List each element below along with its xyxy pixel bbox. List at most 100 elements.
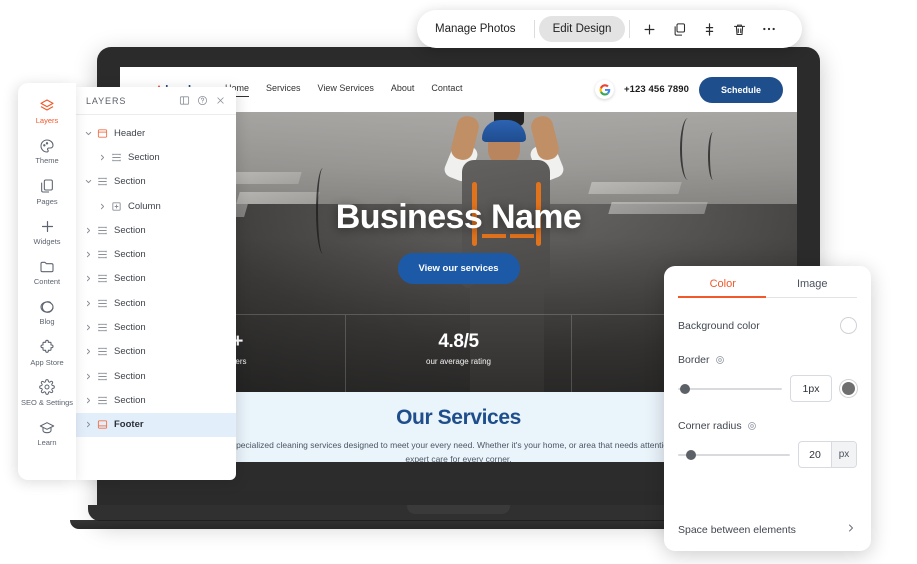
help-icon[interactable] xyxy=(197,95,208,106)
corner-radius-unit-select[interactable]: px xyxy=(831,442,856,467)
border-row: Border 1px xyxy=(664,354,871,402)
sidebar-label: App Store xyxy=(30,357,64,367)
corner-radius-input[interactable]: 20 xyxy=(799,442,831,467)
corner-radius-label: Corner radius xyxy=(678,420,857,432)
layer-row-footer[interactable]: Footer xyxy=(76,412,236,437)
border-settings-gear-icon[interactable] xyxy=(715,355,725,365)
corner-radius-input-group: 20 px xyxy=(798,441,857,468)
layer-row-section[interactable]: Section xyxy=(76,340,236,364)
layer-label: Section xyxy=(114,224,146,236)
layer-row-section[interactable]: Section xyxy=(76,267,236,291)
layer-label: Section xyxy=(128,151,160,163)
ceiling-panel xyxy=(226,172,302,184)
close-icon[interactable] xyxy=(215,95,226,106)
chevron-right-icon[interactable] xyxy=(82,347,94,356)
section-icon xyxy=(94,176,111,187)
layer-row-column[interactable]: Column xyxy=(76,194,236,218)
chevron-right-icon[interactable] xyxy=(82,226,94,235)
google-logo-icon[interactable] xyxy=(595,80,615,99)
footer-block-icon xyxy=(94,419,111,430)
edit-design-button[interactable]: Edit Design xyxy=(538,16,626,42)
layer-row-section[interactable]: Section xyxy=(76,242,236,266)
chevron-right-icon[interactable] xyxy=(96,153,108,162)
chevron-right-icon[interactable] xyxy=(82,274,94,283)
website-phone-number[interactable]: +123 456 7890 xyxy=(624,84,689,95)
chevron-down-icon[interactable] xyxy=(82,129,94,138)
sidebar-label: SEO & Settings xyxy=(20,397,74,407)
duplicate-icon[interactable] xyxy=(664,14,694,44)
manage-photos-button[interactable]: Manage Photos xyxy=(421,16,530,42)
more-options-icon[interactable] xyxy=(754,14,784,44)
corner-radius-settings-gear-icon[interactable] xyxy=(747,421,757,431)
floating-toolbar: Manage Photos Edit Design xyxy=(417,10,802,48)
sidebar-item-theme[interactable]: Theme xyxy=(18,131,76,171)
layer-row-section[interactable]: Section xyxy=(76,218,236,242)
gear-settings-icon xyxy=(20,378,74,397)
layer-row-header[interactable]: Header xyxy=(76,121,236,145)
header-block-icon xyxy=(94,128,111,139)
layers-tree: Header Section Section Column Section Se… xyxy=(76,115,236,443)
tabs-active-indicator xyxy=(678,296,766,298)
chevron-right-icon[interactable] xyxy=(82,323,94,332)
layer-label: Section xyxy=(114,176,146,188)
layer-label: Section xyxy=(114,273,146,285)
align-icon[interactable] xyxy=(694,14,724,44)
layer-row-section[interactable]: Section xyxy=(76,170,236,194)
background-color-row: Background color xyxy=(664,317,871,334)
slider-knob[interactable] xyxy=(686,449,696,460)
space-between-elements-row[interactable]: Space between elements xyxy=(664,522,871,551)
sidebar-item-blog[interactable]: Blog xyxy=(18,292,76,332)
sidebar-item-learn[interactable]: Learn xyxy=(18,413,76,453)
panel-toggle-icon[interactable] xyxy=(179,95,190,106)
sidebar-item-pages[interactable]: Pages xyxy=(18,172,76,212)
border-color-swatch[interactable] xyxy=(840,380,857,397)
tab-color[interactable]: Color xyxy=(678,278,768,298)
website-schedule-button[interactable]: Schedule xyxy=(698,76,783,103)
nav-link-about[interactable]: About xyxy=(391,83,415,96)
background-color-swatch[interactable] xyxy=(840,317,857,334)
column-icon xyxy=(108,201,125,212)
nav-link-view-services[interactable]: View Services xyxy=(318,83,374,96)
chevron-right-icon[interactable] xyxy=(82,396,94,405)
layer-row-section[interactable]: Section xyxy=(76,291,236,315)
layer-row-section[interactable]: Section xyxy=(76,364,236,388)
slider-knob[interactable] xyxy=(680,383,690,394)
sidebar-item-seo-settings[interactable]: SEO & Settings xyxy=(18,373,76,413)
chevron-right-icon[interactable] xyxy=(82,420,94,429)
sidebar-item-widgets[interactable]: Widgets xyxy=(18,212,76,252)
add-icon[interactable] xyxy=(634,14,664,44)
website-nav-right: +123 456 7890 Schedule xyxy=(595,76,797,103)
nav-link-contact[interactable]: Contact xyxy=(431,83,462,96)
sidebar-item-content[interactable]: Content xyxy=(18,252,76,292)
properties-tabs: Color Image xyxy=(664,266,871,298)
layer-label: Section xyxy=(114,370,146,382)
chevron-down-icon[interactable] xyxy=(82,177,94,186)
section-icon xyxy=(94,371,111,382)
chevron-right-icon[interactable] xyxy=(82,372,94,381)
layer-label: Column xyxy=(128,200,161,212)
space-between-elements-label: Space between elements xyxy=(678,523,796,536)
tab-image[interactable]: Image xyxy=(768,278,858,298)
section-icon xyxy=(94,273,111,284)
layer-row-section[interactable]: Section xyxy=(76,315,236,339)
sidebar-label: Pages xyxy=(36,196,58,206)
layer-row-section[interactable]: Section xyxy=(76,145,236,169)
corner-radius-slider[interactable] xyxy=(678,448,790,462)
chevron-right-icon[interactable] xyxy=(96,202,108,211)
hero-cta-button[interactable]: View our services xyxy=(397,253,520,284)
chevron-right-icon[interactable] xyxy=(82,250,94,259)
chevron-right-icon[interactable] xyxy=(845,522,857,537)
sidebar-item-layers[interactable]: Layers xyxy=(18,91,76,131)
delete-icon[interactable] xyxy=(724,14,754,44)
sidebar-label: Widgets xyxy=(33,236,61,246)
layers-panel-header: LAYERS xyxy=(76,87,236,115)
border-width-input[interactable]: 1px xyxy=(790,375,832,402)
blog-chat-icon xyxy=(20,297,74,316)
layer-row-section[interactable]: Section xyxy=(76,388,236,412)
chevron-right-icon[interactable] xyxy=(82,299,94,308)
nav-link-services[interactable]: Services xyxy=(266,83,301,96)
sidebar-item-app-store[interactable]: App Store xyxy=(18,333,76,373)
sidebar-label: Layers xyxy=(35,116,59,125)
section-icon xyxy=(94,225,111,236)
border-width-slider[interactable] xyxy=(678,382,782,396)
